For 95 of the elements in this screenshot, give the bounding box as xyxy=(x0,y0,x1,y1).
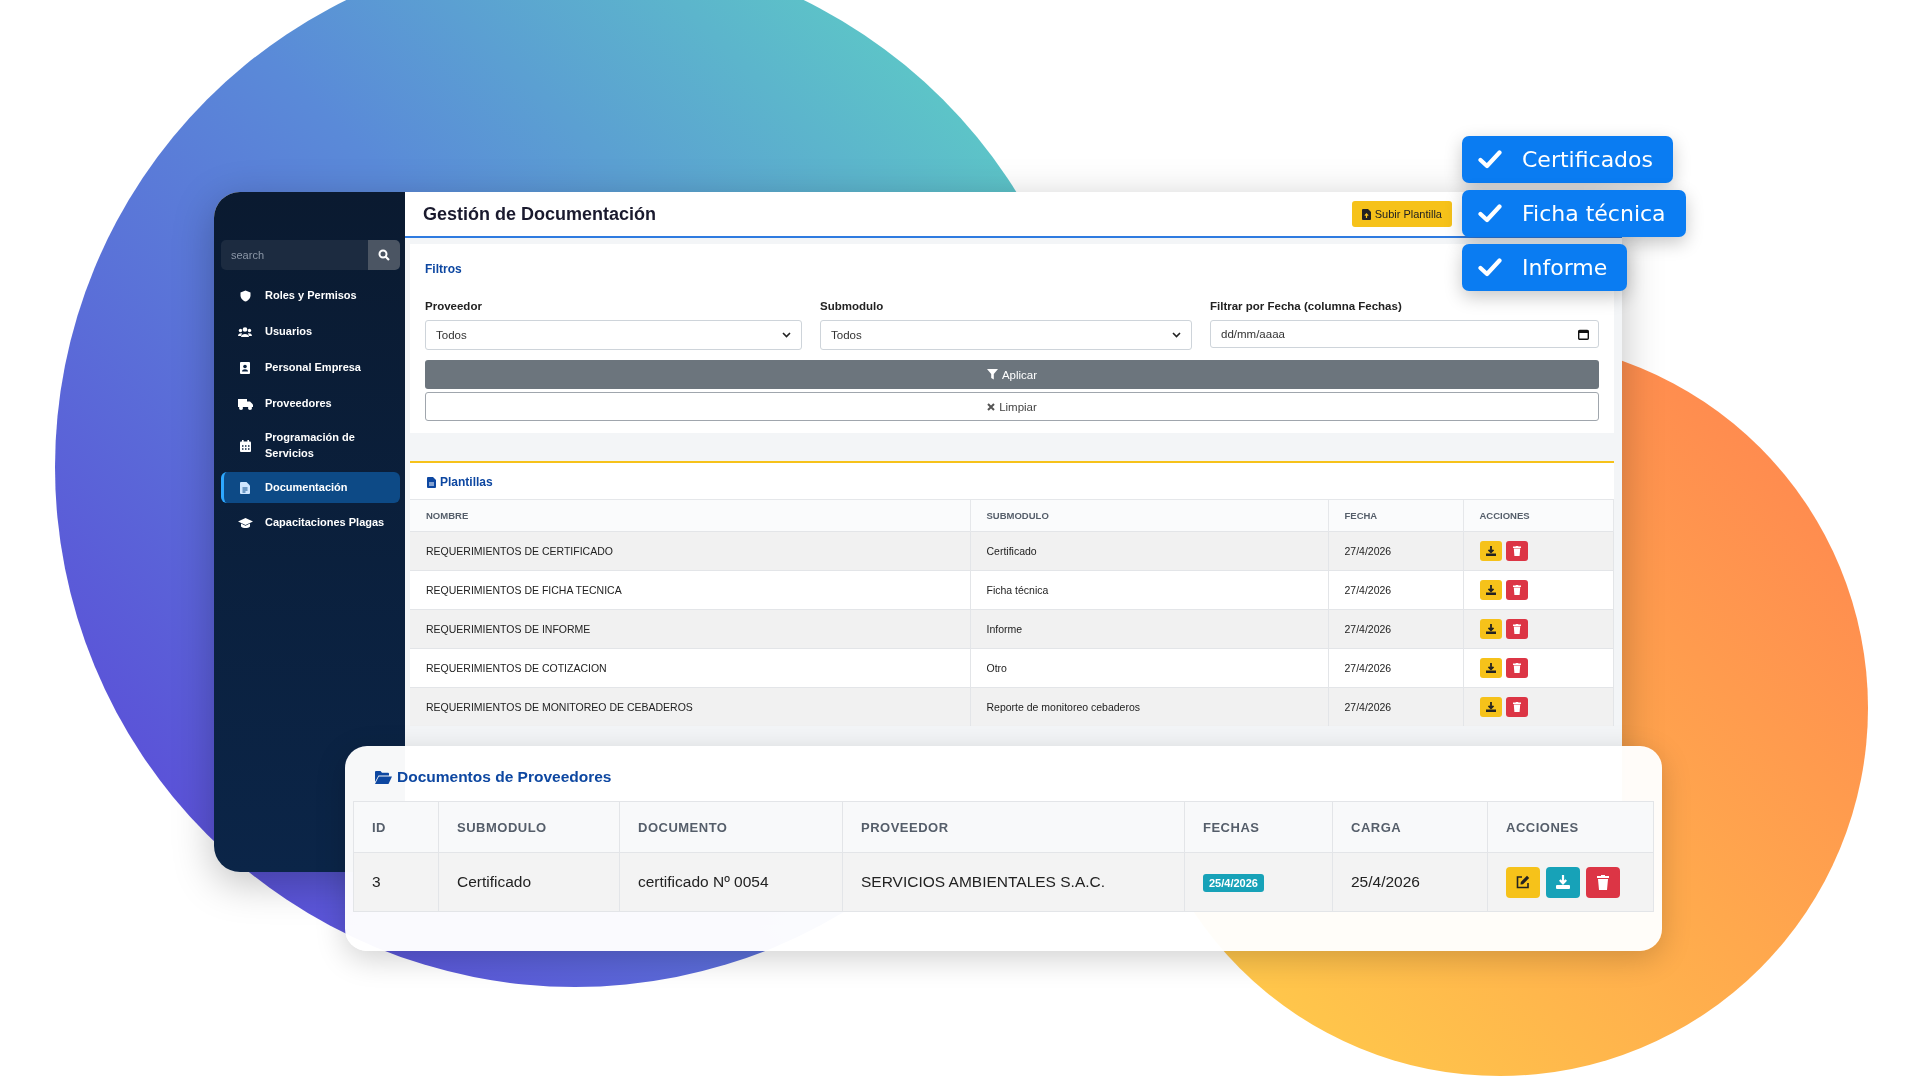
sidebar-item[interactable]: Roles y Permisos xyxy=(221,278,400,314)
table-cell: REQUERIMIENTOS DE MONITOREO DE CEBADEROS xyxy=(410,687,970,726)
feature-tag: Ficha técnica xyxy=(1462,190,1686,237)
column-header: ID xyxy=(353,801,439,853)
search-field[interactable]: search xyxy=(221,240,368,270)
download-button[interactable] xyxy=(1479,580,1502,600)
truck-icon xyxy=(237,398,253,410)
delete-button[interactable] xyxy=(1586,866,1620,898)
field-label: Proveedor xyxy=(425,300,483,312)
sidebar-item[interactable]: Usuarios xyxy=(221,314,400,350)
upload-template-button[interactable]: Subir Plantilla xyxy=(1351,201,1452,227)
sidebar-item[interactable]: Proveedores xyxy=(221,386,400,422)
download-button[interactable] xyxy=(1479,697,1502,717)
column-header: SUBMODULO xyxy=(438,801,620,853)
close-icon xyxy=(987,402,996,411)
download-icon xyxy=(1485,546,1496,556)
folder-icon xyxy=(375,770,392,784)
sidebar-item[interactable]: Capacitaciones Plagas xyxy=(221,505,400,541)
download-button[interactable] xyxy=(1479,658,1502,678)
column-header: CARGA xyxy=(1332,801,1488,853)
download-icon xyxy=(1485,702,1496,712)
checkmark-icon xyxy=(1478,150,1502,169)
column-header: ACCIONES xyxy=(1463,499,1614,532)
table-cell: 27/4/2026 xyxy=(1328,687,1463,726)
edit-icon xyxy=(1516,875,1530,889)
column-header: SUBMODULO xyxy=(970,499,1328,532)
table-cell: certificado Nº 0054 xyxy=(619,852,843,912)
edit-button[interactable] xyxy=(1506,866,1540,898)
feature-tag: Informe xyxy=(1462,244,1628,291)
search-button[interactable] xyxy=(368,240,400,270)
graduation-cap-icon xyxy=(237,517,253,529)
table-cell: Informe xyxy=(970,609,1328,649)
feature-tag: Certificados xyxy=(1462,136,1673,183)
trash-icon xyxy=(1512,663,1521,673)
shield-icon xyxy=(239,290,251,302)
download-icon xyxy=(1485,585,1496,595)
delete-button[interactable] xyxy=(1505,541,1528,561)
column-header: NOMBRE xyxy=(410,499,970,532)
trash-icon xyxy=(1512,702,1521,712)
column-header: ACCIONES xyxy=(1487,801,1654,853)
delete-button[interactable] xyxy=(1505,697,1528,717)
calendar-icon xyxy=(239,440,251,452)
table-cell: REQUERIMIENTOS DE INFORME xyxy=(410,609,970,649)
table-cell: Reporte de monitoreo cebaderos xyxy=(970,687,1328,726)
column-header: DOCUMENTO xyxy=(619,801,843,853)
download-icon xyxy=(1485,663,1496,673)
table-cell: 27/4/2026 xyxy=(1328,531,1463,571)
file-upload-icon xyxy=(1361,208,1371,220)
download-icon xyxy=(1485,624,1496,634)
clear-button[interactable]: Limpiar xyxy=(425,392,1599,421)
filters-title: Filtros xyxy=(425,262,462,276)
id-card-icon xyxy=(240,362,250,374)
download-icon xyxy=(1556,875,1570,889)
provider-documents-title: Documentos de Proveedores xyxy=(397,768,612,786)
trash-icon xyxy=(1512,546,1521,556)
table-cell: Certificado xyxy=(438,852,620,912)
document-icon xyxy=(427,476,436,488)
trash-icon xyxy=(1597,874,1609,890)
templates-title: Plantillas xyxy=(440,475,493,489)
column-header: FECHA xyxy=(1328,499,1463,532)
table-cell: SERVICIOS AMBIENTALES S.A.C. xyxy=(842,852,1185,912)
date-field[interactable]: dd/mm/aaaa xyxy=(1210,320,1599,348)
select-field[interactable]: Todos xyxy=(820,320,1192,350)
sidebar-item[interactable]: Personal Empresa xyxy=(221,350,400,386)
table-cell: Certificado xyxy=(970,531,1328,571)
sidebar-item[interactable]: Documentación xyxy=(221,472,400,503)
delete-button[interactable] xyxy=(1505,619,1528,639)
date-tag: 25/4/2026 xyxy=(1203,874,1264,892)
download-button[interactable] xyxy=(1479,619,1502,639)
select-field[interactable]: Todos xyxy=(425,320,802,350)
column-header: FECHAS xyxy=(1184,801,1333,853)
users-icon xyxy=(238,327,252,337)
delete-button[interactable] xyxy=(1505,658,1528,678)
delete-button[interactable] xyxy=(1505,580,1528,600)
chevron-down-icon xyxy=(1172,332,1181,338)
calendar-icon xyxy=(1578,328,1589,340)
trash-icon xyxy=(1512,585,1521,595)
table-cell: 27/4/2026 xyxy=(1328,609,1463,649)
search-icon xyxy=(378,249,390,261)
sidebar-item[interactable]: Programación de Servicios xyxy=(221,422,400,470)
download-button[interactable] xyxy=(1479,541,1502,561)
table-cell: 25/4/2026 xyxy=(1332,852,1488,912)
column-header: PROVEEDOR xyxy=(842,801,1185,853)
trash-icon xyxy=(1512,624,1521,634)
filter-icon xyxy=(986,369,998,380)
checkmark-icon xyxy=(1478,204,1502,223)
page-title: Gestión de Documentación xyxy=(423,203,657,225)
checkmark-icon xyxy=(1478,258,1502,277)
field-label: Filtrar por Fecha (columna Fechas) xyxy=(1210,300,1403,312)
document-icon xyxy=(240,481,250,494)
field-label: Submodulo xyxy=(820,300,885,312)
table-cell: REQUERIMIENTOS DE CERTIFICADO xyxy=(410,531,970,571)
chevron-down-icon xyxy=(782,332,791,338)
table-cell: 3 xyxy=(353,852,439,912)
apply-button[interactable]: Aplicar xyxy=(425,360,1599,389)
